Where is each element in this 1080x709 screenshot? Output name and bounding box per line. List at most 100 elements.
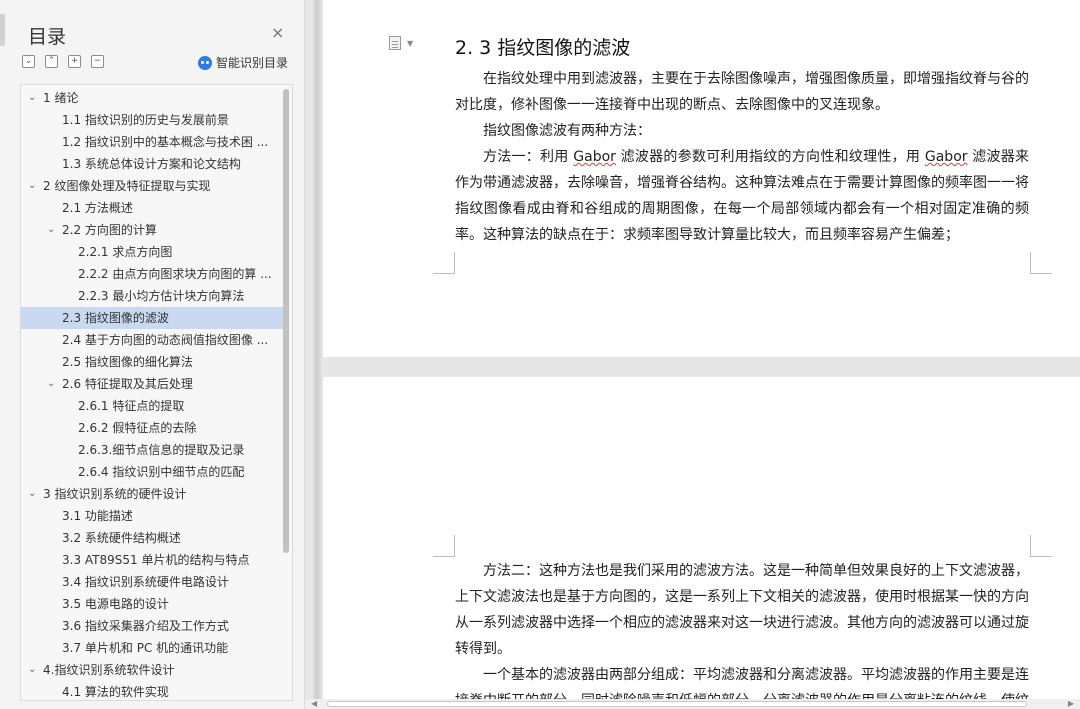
horizontal-scrollbar[interactable]: ◀ ▶ bbox=[305, 699, 1080, 709]
chevron-down-icon[interactable]: ⌄ bbox=[28, 87, 36, 109]
toc-item-label: 3.6 指纹采集器介绍及工作方式 bbox=[62, 619, 229, 633]
margin-mark bbox=[1030, 252, 1052, 274]
toc-item[interactable]: 4.1 算法的软件实现 bbox=[21, 681, 283, 700]
smart-toc-button[interactable]: 智能识别目录 bbox=[198, 54, 288, 71]
chevron-down-icon[interactable]: ▼ bbox=[407, 39, 413, 48]
toc-item[interactable]: ⌄ 1 绪论 bbox=[21, 87, 283, 109]
spellcheck-word[interactable]: Gabor bbox=[925, 149, 968, 165]
toc-item-label: 2.6.3.细节点信息的提取及记录 bbox=[78, 443, 245, 457]
paragraph: 方法一：利用 Gabor 滤波器的参数可利用指纹的方向性和纹理性，用 Gabor… bbox=[455, 144, 1029, 248]
toc-item[interactable]: 3.6 指纹采集器介绍及工作方式 bbox=[21, 615, 283, 637]
toc-item[interactable]: 2.6.1 特征点的提取 bbox=[21, 395, 283, 417]
vertical-ruler bbox=[313, 0, 321, 700]
text-run: 方法一：利用 bbox=[483, 149, 574, 165]
toc-item[interactable]: 3.1 功能描述 bbox=[21, 505, 283, 527]
toc-item[interactable]: 1.2 指纹识别中的基本概念与技术困 ... bbox=[21, 131, 283, 153]
toc-item[interactable]: 2.3 指纹图像的滤波 bbox=[21, 307, 283, 329]
toc-item[interactable]: 2.2.3 最小均方估计块方向算法 bbox=[21, 285, 283, 307]
add-heading-button[interactable]: + bbox=[68, 55, 81, 68]
chevron-down-icon[interactable]: ⌄ bbox=[28, 483, 36, 505]
chevron-down-icon[interactable]: ⌄ bbox=[47, 373, 55, 395]
toc-item[interactable]: ⌄ 2 纹图像处理及特征提取与实现 bbox=[21, 175, 283, 197]
toc-item[interactable]: ⌄ 4.指纹识别系统软件设计 bbox=[21, 659, 283, 681]
scroll-left-icon[interactable]: ◀ bbox=[311, 699, 317, 708]
toc-item-label: 2.4 基于方向图的动态阀值指纹图像 ... bbox=[62, 333, 269, 347]
chevron-down-icon[interactable]: ⌄ bbox=[47, 219, 55, 241]
outline-controls: ⌄ ⌃ + − bbox=[22, 55, 104, 68]
scroll-right-icon[interactable]: ▶ bbox=[1068, 699, 1074, 708]
toc-list: ⌄ 1 绪论 1.1 指纹识别的历史与发展前景 1.2 指纹识别中的基本概念与技术困 … bbox=[21, 87, 283, 700]
margin-mark bbox=[1030, 535, 1052, 557]
toc-item-label: 1.1 指纹识别的历史与发展前景 bbox=[62, 113, 229, 127]
chevron-down-icon[interactable]: ⌄ bbox=[28, 175, 36, 197]
text-run: 滤波器的参数可利用指纹的方向性和纹理性，用 bbox=[615, 149, 925, 165]
toc-item-label: 2.6 特征提取及其后处理 bbox=[62, 377, 193, 391]
body-text-page1: 在指纹处理中用到滤波器，主要在于去除图像噪声，增强图像质量，即增强指纹脊与谷的对… bbox=[455, 66, 1029, 248]
toc-item-label: 3 指纹识别系统的硬件设计 bbox=[43, 487, 187, 501]
toc-item-label: 3.2 系统硬件结构概述 bbox=[62, 531, 181, 545]
toc-item[interactable]: 1.3 系统总体设计方案和论文结构 bbox=[21, 153, 283, 175]
close-icon[interactable]: × bbox=[271, 25, 284, 41]
toc-scrollbar[interactable] bbox=[283, 89, 289, 553]
toc-panel: ⌄ 1 绪论 1.1 指纹识别的历史与发展前景 1.2 指纹识别中的基本概念与技术困 … bbox=[20, 84, 293, 701]
toc-item-label: 3.5 电源电路的设计 bbox=[62, 597, 169, 611]
toc-item-label: 3.1 功能描述 bbox=[62, 509, 133, 523]
toc-item[interactable]: 1.1 指纹识别的历史与发展前景 bbox=[21, 109, 283, 131]
toc-item-label: 2.6.4 指纹识别中细节点的匹配 bbox=[78, 465, 245, 479]
toc-item-label: 3.7 单片机和 PC 机的通讯功能 bbox=[62, 641, 229, 655]
margin-mark bbox=[433, 252, 455, 274]
margin-mark bbox=[433, 535, 455, 557]
navigation-pane: 目录 × ⌄ ⌃ + − 智能识别目录 ⌄ 1 绪论 1.1 指纹识别的历史与发展前… bbox=[0, 0, 305, 709]
toc-item-label: 2.5 指纹图像的细化算法 bbox=[62, 355, 193, 369]
toc-item-label: 2.6.1 特征点的提取 bbox=[78, 399, 185, 413]
toc-item-label: 1 绪论 bbox=[43, 91, 79, 105]
chevron-down-icon[interactable]: ⌄ bbox=[28, 659, 36, 681]
expand-all-button[interactable]: ⌃ bbox=[45, 55, 58, 68]
pane-edge-tab[interactable] bbox=[0, 14, 5, 46]
toc-item[interactable]: ⌄ 2.6 特征提取及其后处理 bbox=[21, 373, 283, 395]
toc-item[interactable]: 3.5 电源电路的设计 bbox=[21, 593, 283, 615]
toc-item-label: 1.3 系统总体设计方案和论文结构 bbox=[62, 157, 241, 171]
toc-item-label: 2.2 方向图的计算 bbox=[62, 223, 157, 237]
toc-item[interactable]: ⌄ 2.2 方向图的计算 bbox=[21, 219, 283, 241]
scrollbar-thumb[interactable] bbox=[327, 701, 1027, 707]
toc-item-label: 2.3 指纹图像的滤波 bbox=[62, 311, 169, 325]
toc-item-label: 2.6.2 假特征点的去除 bbox=[78, 421, 197, 435]
section-heading: 2. 3 指纹图像的滤波 bbox=[455, 37, 631, 59]
toc-item-label: 2.1 方法概述 bbox=[62, 201, 133, 215]
toc-item[interactable]: 2.1 方法概述 bbox=[21, 197, 283, 219]
page-1: ▼ 2. 3 指纹图像的滤波 在指纹处理中用到滤波器，主要在于去除图像噪声，增强… bbox=[323, 0, 1080, 357]
toc-item[interactable]: 2.5 指纹图像的细化算法 bbox=[21, 351, 283, 373]
toc-item[interactable]: 3.3 AT89S51 单片机的结构与特点 bbox=[21, 549, 283, 571]
collapse-all-button[interactable]: ⌄ bbox=[22, 55, 35, 68]
toc-item[interactable]: 3.7 单片机和 PC 机的通讯功能 bbox=[21, 637, 283, 659]
toc-item[interactable]: 2.6.4 指纹识别中细节点的匹配 bbox=[21, 461, 283, 483]
toc-item-label: 1.2 指纹识别中的基本概念与技术困 ... bbox=[62, 135, 269, 149]
pane-title: 目录 bbox=[28, 26, 67, 48]
document-area: ▼ 2. 3 指纹图像的滤波 在指纹处理中用到滤波器，主要在于去除图像噪声，增强… bbox=[305, 0, 1080, 709]
toc-item[interactable]: 2.6.2 假特征点的去除 bbox=[21, 417, 283, 439]
toc-item-label: 3.4 指纹识别系统硬件电路设计 bbox=[62, 575, 229, 589]
toc-item-label: 2.2.2 由点方向图求块方向图的算 ... bbox=[78, 267, 272, 281]
robot-icon bbox=[198, 55, 212, 70]
smart-toc-label: 智能识别目录 bbox=[216, 56, 289, 70]
toc-item-label: 2 纹图像处理及特征提取与实现 bbox=[43, 179, 211, 193]
toc-item-label: 3.3 AT89S51 单片机的结构与特点 bbox=[62, 553, 250, 567]
toc-item-label: 2.2.1 求点方向图 bbox=[78, 245, 173, 259]
document-icon[interactable] bbox=[389, 36, 401, 50]
toc-item[interactable]: 3.2 系统硬件结构概述 bbox=[21, 527, 283, 549]
spellcheck-word[interactable]: Gabor bbox=[573, 149, 616, 165]
toc-item[interactable]: 2.2.1 求点方向图 bbox=[21, 241, 283, 263]
toc-item[interactable]: 2.4 基于方向图的动态阀值指纹图像 ... bbox=[21, 329, 283, 351]
toc-item[interactable]: ⌄ 3 指纹识别系统的硬件设计 bbox=[21, 483, 283, 505]
toc-item-label: 2.2.3 最小均方估计块方向算法 bbox=[78, 289, 245, 303]
toc-item[interactable]: 2.6.3.细节点信息的提取及记录 bbox=[21, 439, 283, 461]
toc-item[interactable]: 2.2.2 由点方向图求块方向图的算 ... bbox=[21, 263, 283, 285]
body-text-page2: 方法二：这种方法也是我们采用的滤波方法。这是一种简单但效果良好的上下文滤波器，上… bbox=[455, 558, 1029, 709]
remove-heading-button[interactable]: − bbox=[91, 55, 104, 68]
toc-item-label: 4.1 算法的软件实现 bbox=[62, 685, 169, 699]
paragraph: 指纹图像滤波有两种方法： bbox=[483, 123, 651, 139]
page-2: 方法二：这种方法也是我们采用的滤波方法。这是一种简单但效果良好的上下文滤波器，上… bbox=[323, 377, 1080, 709]
toc-item[interactable]: 3.4 指纹识别系统硬件电路设计 bbox=[21, 571, 283, 593]
paragraph: 方法二：这种方法也是我们采用的滤波方法。这是一种简单但效果良好的上下文滤波器，上… bbox=[455, 563, 1029, 657]
